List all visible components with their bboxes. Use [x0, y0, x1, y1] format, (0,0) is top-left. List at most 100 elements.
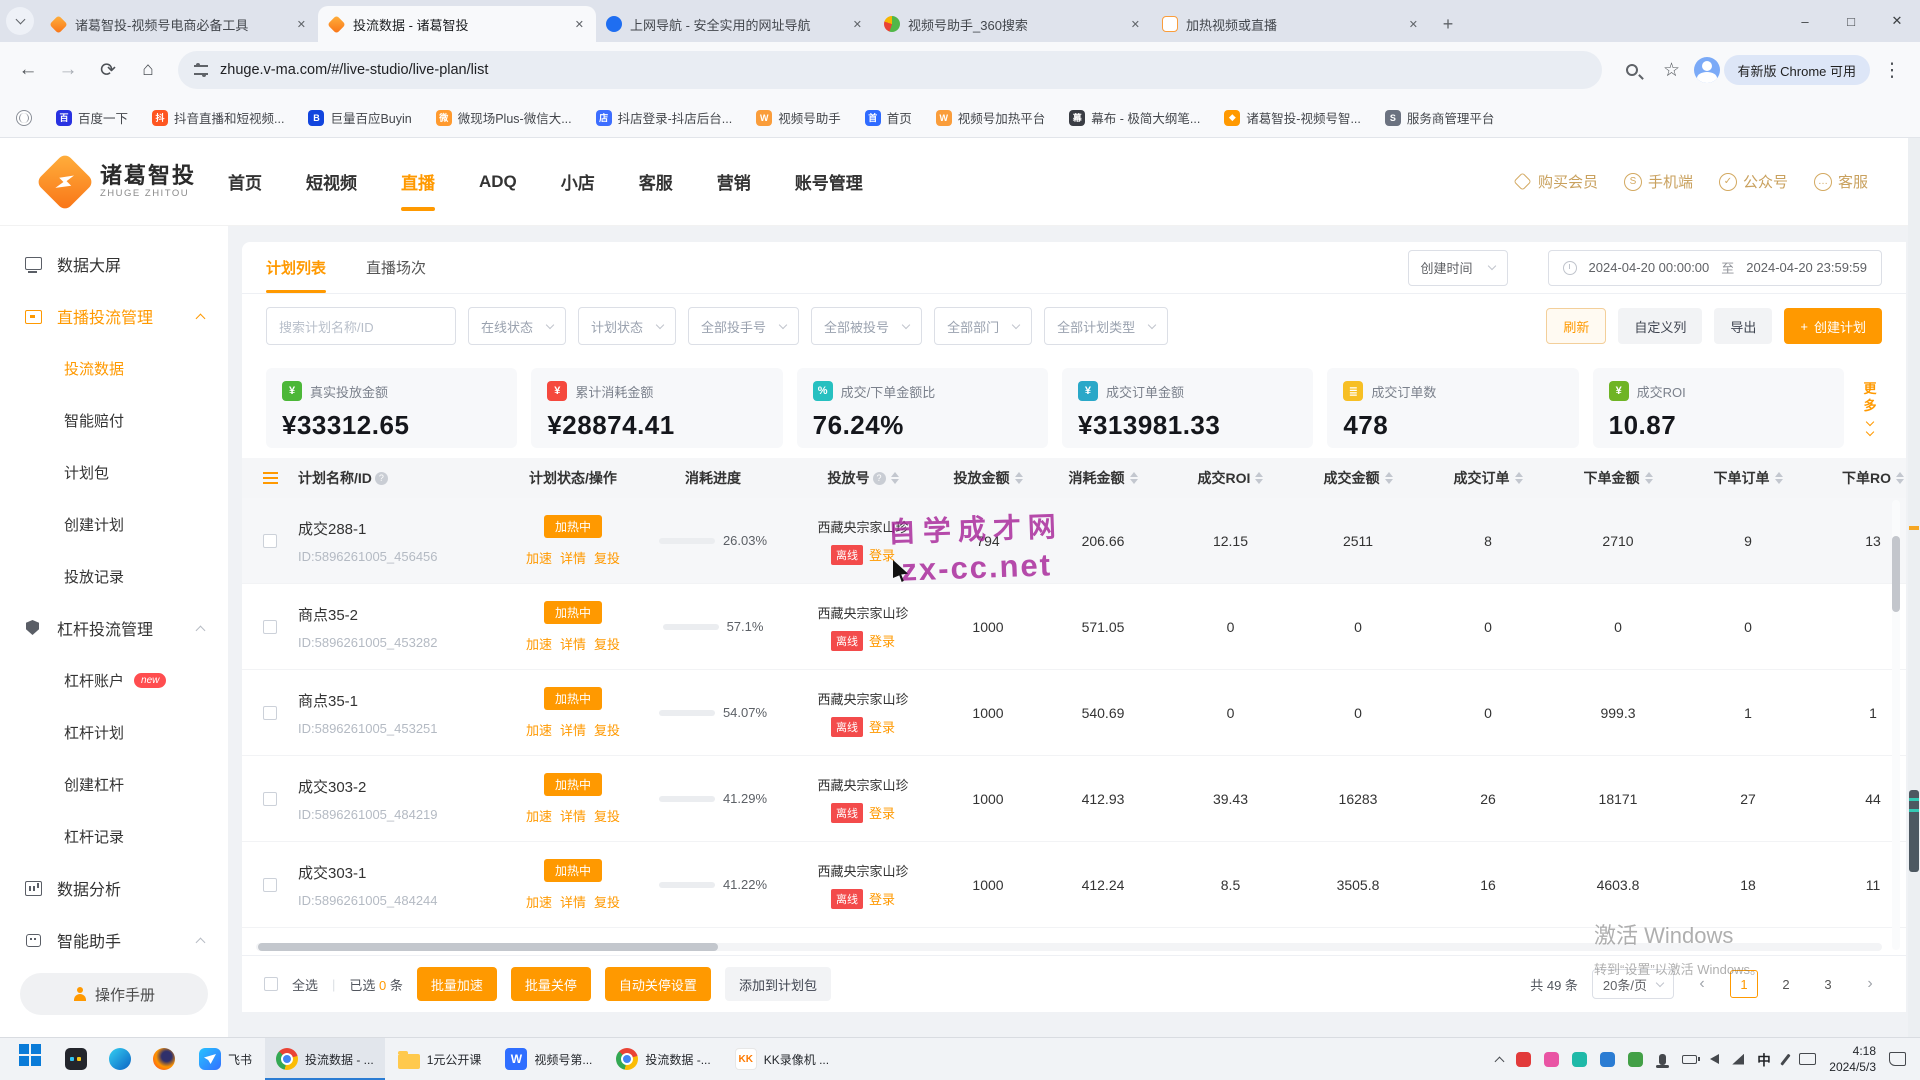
- tray-blue-app-icon[interactable]: [1600, 1052, 1615, 1067]
- select-all-checkbox[interactable]: [264, 977, 278, 991]
- op-link-加速[interactable]: 加速: [526, 806, 552, 825]
- ime-indicator[interactable]: 中: [1757, 1049, 1771, 1069]
- op-link-加速[interactable]: 加速: [526, 892, 552, 911]
- table-row[interactable]: 商点35-1ID:5896261005_453251加热中加速详情复投54.07…: [242, 670, 1906, 756]
- profile-avatar[interactable]: [1694, 57, 1720, 83]
- custom-columns-button[interactable]: 自定义列: [1618, 308, 1702, 344]
- chrome-update-pill[interactable]: 有新版 Chrome 可用: [1724, 55, 1870, 85]
- op-link-复投[interactable]: 复投: [594, 806, 620, 825]
- manual-button[interactable]: 操作手册: [20, 973, 208, 1015]
- batch-button-批量加速[interactable]: 批量加速: [417, 967, 497, 1001]
- keyboard-icon[interactable]: [1799, 1053, 1816, 1065]
- sidebar-item-智能赔付[interactable]: 智能赔付: [0, 394, 228, 446]
- refresh-button[interactable]: 刷新: [1546, 308, 1606, 344]
- sidebar-item-杠杆账户[interactable]: 杠杆账户new: [0, 654, 228, 706]
- sidebar-item-杠杆记录[interactable]: 杠杆记录: [0, 810, 228, 862]
- taskbar-app-视频号第...[interactable]: W视频号第...: [494, 1038, 603, 1080]
- tray-pink-app-icon[interactable]: [1544, 1052, 1559, 1067]
- date-range-picker[interactable]: 2024-04-20 00:00:00 至 2024-04-20 23:59:5…: [1548, 250, 1882, 286]
- filter-select-全部计划类型[interactable]: 全部计划类型: [1044, 307, 1168, 345]
- tab-close-icon[interactable]: ✕: [851, 16, 864, 33]
- next-page-button[interactable]: ›: [1856, 970, 1884, 998]
- page-button-1[interactable]: 1: [1730, 970, 1758, 998]
- network-icon[interactable]: [1732, 1054, 1744, 1065]
- horizontal-scrollbar[interactable]: [258, 943, 718, 951]
- sidebar-item-计划包[interactable]: 计划包: [0, 446, 228, 498]
- op-link-加速[interactable]: 加速: [526, 548, 552, 567]
- row-checkbox[interactable]: [263, 706, 277, 720]
- time-type-select[interactable]: 创建时间: [1408, 250, 1508, 286]
- close-button[interactable]: ✕: [1874, 0, 1920, 42]
- search-icon[interactable]: [1614, 52, 1650, 88]
- browser-tab[interactable]: 视频号助手_360搜索✕: [874, 6, 1152, 42]
- op-link-复投[interactable]: 复投: [594, 720, 620, 739]
- create-plan-button[interactable]: + 创建计划: [1784, 308, 1882, 344]
- column-header-消耗金额[interactable]: 消耗金额: [1038, 468, 1168, 488]
- bookmark-star-icon[interactable]: ☆: [1654, 52, 1690, 88]
- header-link-手机端[interactable]: S手机端: [1624, 171, 1693, 192]
- tab-close-icon[interactable]: ✕: [1129, 16, 1142, 33]
- header-link-公众号[interactable]: ✓公众号: [1719, 171, 1788, 192]
- page-button-3[interactable]: 3: [1814, 970, 1842, 998]
- login-link[interactable]: 登录: [869, 545, 895, 564]
- sidebar-group-杠杆投流管理[interactable]: 杠杆投流管理: [0, 602, 228, 654]
- sort-icon[interactable]: [1130, 472, 1138, 484]
- search-input[interactable]: 搜索计划名称/ID: [266, 307, 456, 345]
- tray-teal-app-icon[interactable]: [1572, 1052, 1587, 1067]
- home-icon[interactable]: ⌂: [130, 52, 166, 88]
- tab-close-icon[interactable]: ✕: [573, 16, 586, 33]
- add-to-package-button[interactable]: 添加到计划包: [725, 967, 831, 1001]
- taskbar-app-KK录像机 ...[interactable]: KKKK录像机 ...: [724, 1038, 840, 1080]
- browser-tab[interactable]: 加热视频或直播✕: [1152, 6, 1430, 42]
- sort-icon[interactable]: [1015, 472, 1023, 484]
- sidebar-item-创建杠杆[interactable]: 创建杠杆: [0, 758, 228, 810]
- battery-icon[interactable]: [1682, 1055, 1697, 1064]
- op-link-加速[interactable]: 加速: [526, 720, 552, 739]
- reload-icon[interactable]: ⟳: [90, 52, 126, 88]
- back-icon[interactable]: ←: [10, 52, 46, 88]
- sidebar-group-直播投流管理[interactable]: 直播投流管理: [0, 290, 228, 342]
- bookmark-item[interactable]: S服务商管理平台: [1385, 108, 1495, 127]
- column-header-成交金额[interactable]: 成交金额: [1293, 468, 1423, 488]
- sort-icon[interactable]: [1515, 472, 1523, 484]
- bookmark-item[interactable]: B巨量百应Buyin: [308, 108, 411, 127]
- op-link-复投[interactable]: 复投: [594, 634, 620, 653]
- nav-item-短视频[interactable]: 短视频: [306, 138, 357, 225]
- sidebar-item-投流数据[interactable]: 投流数据: [0, 342, 228, 394]
- sort-icon[interactable]: [1775, 472, 1783, 484]
- login-link[interactable]: 登录: [869, 631, 895, 650]
- login-link[interactable]: 登录: [869, 717, 895, 736]
- page-scrollbar[interactable]: [1908, 138, 1920, 1037]
- column-header-投放金额[interactable]: 投放金额: [938, 468, 1038, 488]
- globe-icon[interactable]: [16, 110, 32, 126]
- bookmark-item[interactable]: 幕幕布 - 极简大纲笔...: [1069, 108, 1200, 127]
- batch-button-批量关停[interactable]: 批量关停: [511, 967, 591, 1001]
- sort-icon[interactable]: [1645, 472, 1653, 484]
- browser-tab[interactable]: 投流数据 - 诸葛智投✕: [318, 6, 596, 42]
- browser-tab[interactable]: 上网导航 - 安全实用的网址导航✕: [596, 6, 874, 42]
- pen-icon[interactable]: [1780, 1053, 1790, 1065]
- login-link[interactable]: 登录: [869, 889, 895, 908]
- op-link-详情[interactable]: 详情: [560, 634, 586, 653]
- row-checkbox[interactable]: [263, 792, 277, 806]
- prev-page-button[interactable]: ‹: [1688, 970, 1716, 998]
- filter-select-全部投手号[interactable]: 全部投手号: [688, 307, 799, 345]
- clock[interactable]: 4:182024/5/3: [1829, 1043, 1876, 1075]
- maximize-button[interactable]: □: [1828, 0, 1874, 42]
- pinned-dark-app-button[interactable]: [54, 1038, 98, 1080]
- nav-item-小店[interactable]: 小店: [561, 138, 595, 225]
- bookmark-item[interactable]: W视频号加热平台: [936, 108, 1046, 127]
- sidebar-item-创建计划[interactable]: 创建计划: [0, 498, 228, 550]
- sidebar-item-投放记录[interactable]: 投放记录: [0, 550, 228, 602]
- scrollbar-thumb[interactable]: [1909, 790, 1919, 872]
- header-link-客服[interactable]: …客服: [1814, 171, 1868, 192]
- bookmark-item[interactable]: 百百度一下: [56, 108, 128, 127]
- sidebar-group-智能助手[interactable]: 智能助手: [0, 914, 228, 966]
- table-menu-button[interactable]: [242, 477, 298, 479]
- row-checkbox[interactable]: [263, 534, 277, 548]
- bookmark-item[interactable]: ◆诸葛智投-视频号智...: [1224, 108, 1361, 127]
- export-button[interactable]: 导出: [1714, 308, 1772, 344]
- minimize-button[interactable]: –: [1782, 0, 1828, 42]
- tray-red-app-icon[interactable]: [1516, 1052, 1531, 1067]
- page-button-2[interactable]: 2: [1772, 970, 1800, 998]
